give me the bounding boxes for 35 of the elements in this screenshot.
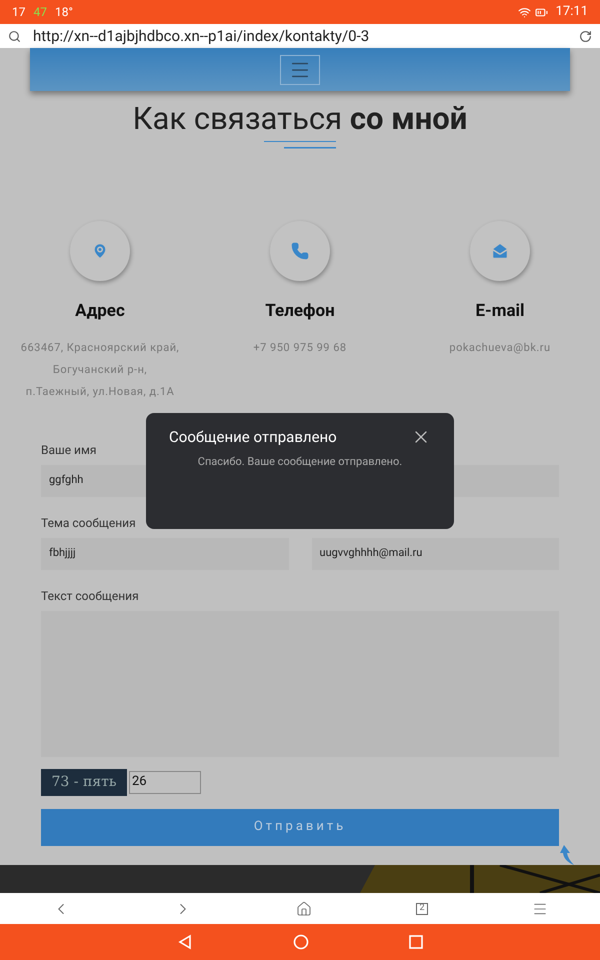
- status-text: 17: [12, 4, 26, 21]
- home-icon[interactable]: [296, 900, 312, 916]
- page-heading: Как связаться со мной: [132, 100, 468, 138]
- email-field[interactable]: uugvvghhhh@mail.ru: [312, 538, 559, 570]
- heading-underline-icon: [264, 141, 336, 151]
- subject-field[interactable]: fbhjjjj: [41, 538, 288, 570]
- contact-detail: +7 950 975 99 68: [253, 340, 347, 356]
- search-icon: [8, 30, 21, 42]
- status-text: 47: [34, 4, 47, 21]
- status-text: 18°: [55, 4, 73, 21]
- contact-detail: п.Таежный, ул.Новая, д.1А: [26, 384, 174, 400]
- captcha-image: 73 - пять: [41, 768, 127, 796]
- contact-title: Телефон: [265, 300, 335, 323]
- captcha-field[interactable]: 26: [129, 770, 201, 794]
- field-label: Текст сообщения: [41, 588, 140, 604]
- recents-icon[interactable]: [409, 935, 423, 949]
- envelope-icon: [491, 242, 509, 260]
- dialog-message: Спасибо. Ваше сообщение отправлено.: [196, 454, 404, 470]
- clock: 17:11: [556, 3, 588, 22]
- contact-detail: 663467, Красноярский край,: [20, 340, 180, 356]
- contact-title: E-mail: [475, 300, 525, 323]
- field-label: Тема сообщения: [41, 514, 137, 530]
- battery-icon: [534, 6, 548, 18]
- field-label: Ваше имя: [41, 442, 98, 458]
- contact-title: Адрес: [75, 300, 125, 323]
- phone-icon: [291, 242, 309, 260]
- wifi-icon: [518, 6, 531, 18]
- reload-icon[interactable]: [579, 30, 592, 42]
- back-icon[interactable]: [177, 934, 193, 950]
- url-text: http://xn--d1ajbjhdbco.xn--p1ai/index/kontakty/0-3: [33, 26, 370, 47]
- dialog-title: Сообщение отправлено: [169, 427, 337, 448]
- menu-button[interactable]: [280, 54, 320, 84]
- address-bar[interactable]: http://xn--d1ajbjhdbco.xn--p1ai/index/kontakty/0-3: [0, 24, 600, 48]
- contact-detail: Богучанский р-н,: [52, 362, 148, 378]
- contact-detail: pokachueva@bk.ru: [449, 340, 551, 356]
